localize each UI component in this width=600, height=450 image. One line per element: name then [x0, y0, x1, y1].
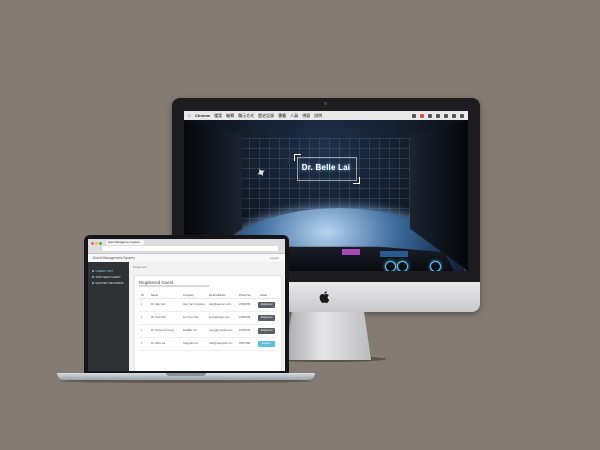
gauge-icon: [430, 261, 441, 271]
search-icon[interactable]: [452, 113, 456, 118]
menu-item-history[interactable]: 歷史記錄: [258, 113, 274, 119]
cell-name: Mr. Alan Yam: [151, 303, 166, 306]
webcam: [324, 102, 327, 105]
cell-company: Alan Yam Company: [183, 303, 206, 306]
sidebar-item-label: EXPORT RECORDS: [95, 281, 124, 285]
registered-button[interactable]: Registered: [258, 328, 275, 334]
guest-panel: Registered Guest ID Name Company Email A…: [134, 275, 282, 371]
cell-company: Let It Go Corp: [183, 316, 199, 319]
column-header: Phone No.: [239, 294, 252, 297]
menu-item-people[interactable]: 人員: [290, 113, 298, 119]
cell-id: 3: [141, 329, 143, 332]
cell-name: Mr. Roosevelt Yeung: [151, 329, 174, 332]
menu-item-bookmarks[interactable]: 書籤: [278, 113, 286, 119]
sidebar-item-export[interactable]: EXPORT RECORDS: [92, 281, 124, 285]
macbook-notch: [166, 373, 206, 376]
column-header: ID: [141, 294, 144, 297]
status-icon[interactable]: [412, 113, 416, 118]
register-button[interactable]: Register: [258, 341, 275, 347]
browser-tab[interactable]: Event Management System: [106, 240, 144, 245]
registered-button[interactable]: Registered: [258, 315, 275, 321]
table-row: 3 Mr. Roosevelt Yeung ZetaBits Ltd yeung…: [139, 325, 277, 338]
gauge-icon: [397, 261, 408, 271]
menu-item-help[interactable]: 說明: [314, 113, 322, 119]
column-header: Action: [260, 294, 268, 297]
panel-subtitle-line: [139, 285, 209, 287]
minimize-window-icon[interactable]: [95, 242, 98, 245]
dashboard-panel: [380, 251, 408, 257]
bullet-icon: [92, 276, 94, 279]
battery-icon[interactable]: [436, 113, 440, 118]
cell-email: alan@alanyam.com: [209, 303, 232, 306]
cell-email: kevin@letitgo.com: [209, 316, 230, 319]
main-content: Guest List Registered Guest ID Name Comp…: [129, 262, 285, 371]
cell-id: 2: [141, 316, 143, 319]
bullet-icon: [92, 282, 94, 285]
menu-list-icon[interactable]: [460, 113, 464, 118]
menu-item-file[interactable]: 檔案: [214, 113, 222, 119]
clock-icon[interactable]: [444, 113, 448, 118]
macbook-screen: Event Management System Event Management…: [88, 239, 285, 371]
cell-id: 1: [141, 303, 143, 306]
mac-menu-bar:  Chrome 檔案 編輯 顯示方式 歷史記錄 書籤 人員 視窗 說明: [184, 111, 468, 120]
column-header: Company: [183, 294, 195, 297]
cell-email: willis@happylab.com: [209, 342, 233, 345]
address-bar[interactable]: [102, 246, 278, 251]
cell-company: ZetaBits Ltd: [183, 329, 197, 332]
apple-menu-icon[interactable]: : [188, 113, 191, 118]
menu-item-window[interactable]: 視窗: [302, 113, 310, 119]
sidebar-item-label: ADD NEW GUEST: [95, 275, 121, 279]
cell-phone: 34567890: [239, 342, 251, 345]
bullet-icon: [92, 270, 94, 273]
sidebar: GUEST LIST ADD NEW GUEST EXPORT RECORDS: [88, 262, 129, 371]
sidebar-item-add-guest[interactable]: ADD NEW GUEST: [92, 275, 121, 279]
registered-button[interactable]: Registered: [258, 302, 275, 308]
table-row: 4 Mr. Willis Lai Happylab Ltd willis@hap…: [139, 338, 277, 351]
maximize-window-icon[interactable]: [99, 242, 102, 245]
status-icon[interactable]: [420, 113, 424, 118]
dashboard-panel: [342, 249, 360, 255]
column-header: Email Address: [209, 294, 226, 297]
imac-stand: [285, 312, 371, 360]
cell-phone: 23456789: [239, 303, 251, 306]
table-row: 2 Mr. Kevin Ma Let It Go Corp kevin@leti…: [139, 312, 277, 325]
breadcrumb[interactable]: Guest List: [133, 265, 147, 269]
cell-phone: 23456789: [239, 329, 251, 332]
sidebar-item-guest-list[interactable]: GUEST LIST: [92, 269, 113, 273]
cell-id: 4: [141, 342, 143, 345]
apple-logo-icon: [319, 291, 330, 303]
cell-phone: 23456789: [239, 316, 251, 319]
menu-item-edit[interactable]: 編輯: [226, 113, 234, 119]
wifi-icon[interactable]: [428, 113, 432, 118]
close-window-icon[interactable]: [91, 242, 94, 245]
cell-company: Happylab Ltd: [183, 342, 198, 345]
gauge-icon: [385, 261, 396, 271]
target-name: Dr. Belle Lai: [301, 163, 351, 172]
cell-name: Mr. Willis Lai: [151, 342, 166, 345]
sidebar-item-label: GUEST LIST: [95, 269, 113, 273]
table-row: 1 Mr. Alan Yam Alan Yam Company alan@ala…: [139, 299, 277, 312]
app-brand[interactable]: Event Management System: [93, 255, 135, 261]
menu-item-view[interactable]: 顯示方式: [238, 113, 254, 119]
column-header: Name: [151, 294, 158, 297]
browser-chrome: Event Management System: [88, 239, 285, 254]
cell-name: Mr. Kevin Ma: [151, 316, 166, 319]
logout-link[interactable]: Logout: [270, 255, 279, 261]
cell-email: yeung@zetabits.com: [209, 329, 233, 332]
menu-app-name[interactable]: Chrome: [195, 113, 210, 118]
